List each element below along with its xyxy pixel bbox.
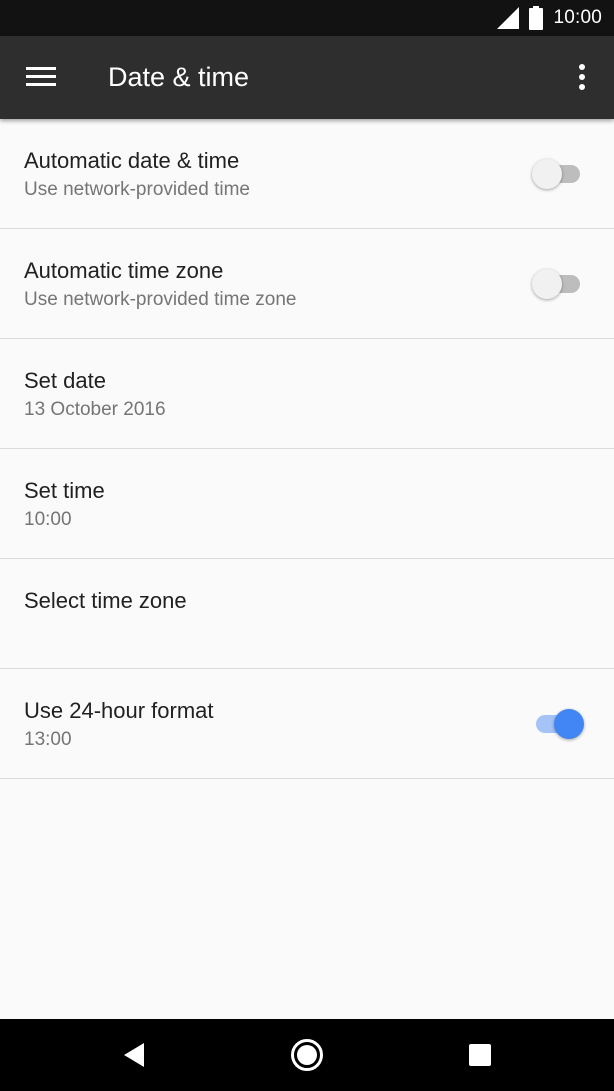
battery-icon xyxy=(529,6,544,30)
toggle-thumb xyxy=(532,159,562,189)
toggle-thumb xyxy=(554,709,584,739)
setting-title: Use 24-hour format xyxy=(24,698,214,723)
toggle-thumb xyxy=(532,269,562,299)
setting-automatic-time-zone[interactable]: Automatic time zone Use network-provided… xyxy=(0,229,614,339)
app-bar: Date & time xyxy=(0,36,614,119)
setting-title: Select time zone xyxy=(24,588,187,613)
setting-automatic-date-time[interactable]: Automatic date & time Use network-provid… xyxy=(0,119,614,229)
status-icons: 10:00 xyxy=(497,0,602,36)
home-icon xyxy=(291,1039,323,1071)
setting-title: Automatic time zone xyxy=(24,258,224,283)
more-vert-icon[interactable] xyxy=(570,62,594,92)
setting-subtitle: 10:00 xyxy=(24,509,72,530)
recents-button[interactable] xyxy=(440,1019,520,1091)
settings-list: Automatic date & time Use network-provid… xyxy=(0,119,614,779)
setting-title: Set date xyxy=(24,368,106,393)
setting-title: Set time xyxy=(24,478,105,503)
setting-subtitle: Use network-provided time xyxy=(24,179,250,200)
automatic-date-time-toggle[interactable] xyxy=(532,159,584,189)
use-24-hour-format-toggle[interactable] xyxy=(532,709,584,739)
setting-title: Automatic date & time xyxy=(24,148,240,173)
setting-use-24-hour-format[interactable]: Use 24-hour format 13:00 xyxy=(0,669,614,779)
setting-set-date[interactable]: Set date 13 October 2016 xyxy=(0,339,614,449)
setting-subtitle: 13:00 xyxy=(24,729,72,750)
automatic-time-zone-toggle[interactable] xyxy=(532,269,584,299)
recents-icon xyxy=(469,1044,491,1066)
signal-icon xyxy=(497,7,520,29)
setting-subtitle: Use network-provided time zone xyxy=(24,289,297,310)
back-icon xyxy=(124,1043,144,1067)
back-button[interactable] xyxy=(94,1019,174,1091)
status-time: 10:00 xyxy=(553,7,602,28)
setting-select-time-zone[interactable]: Select time zone xyxy=(0,559,614,669)
navigation-bar xyxy=(0,1019,614,1091)
page-title: Date & time xyxy=(108,62,250,92)
menu-icon[interactable] xyxy=(26,64,56,90)
home-button[interactable] xyxy=(267,1019,347,1091)
setting-set-time[interactable]: Set time 10:00 xyxy=(0,449,614,559)
setting-subtitle: 13 October 2016 xyxy=(24,399,166,420)
status-bar: 10:00 xyxy=(0,0,614,36)
